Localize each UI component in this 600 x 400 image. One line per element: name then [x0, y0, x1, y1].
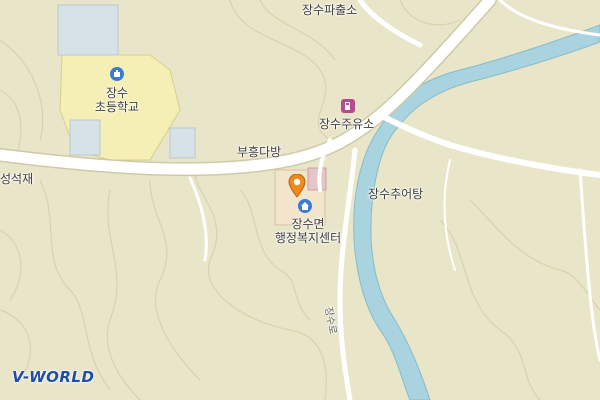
location-pin-icon[interactable]: [288, 174, 306, 198]
school-building: [169, 127, 196, 159]
school-label[interactable]: 장수 초등학교: [85, 86, 149, 114]
government-office-icon[interactable]: [298, 199, 312, 213]
school-building: [69, 119, 101, 156]
school-building: [57, 4, 119, 56]
school-icon[interactable]: [110, 67, 124, 81]
police-station-label[interactable]: 장수파출소: [302, 3, 357, 17]
vworld-logo: V-WORLD: [12, 368, 95, 386]
map-canvas[interactable]: 장수파출소 장수 초등학교 장수주유소 부흥다방 성석재 장수면 행정복지센터 …: [0, 0, 600, 400]
office-label[interactable]: 장수면 행정복지센터: [262, 217, 354, 245]
tea-house-label[interactable]: 부흥다방: [237, 145, 281, 159]
stone-label[interactable]: 성석재: [0, 172, 33, 186]
fish-soup-label[interactable]: 장수추어탕: [368, 187, 423, 201]
gas-station-icon[interactable]: [341, 99, 355, 113]
gas-station-label[interactable]: 장수주유소: [319, 117, 374, 131]
office-building: [307, 167, 327, 191]
